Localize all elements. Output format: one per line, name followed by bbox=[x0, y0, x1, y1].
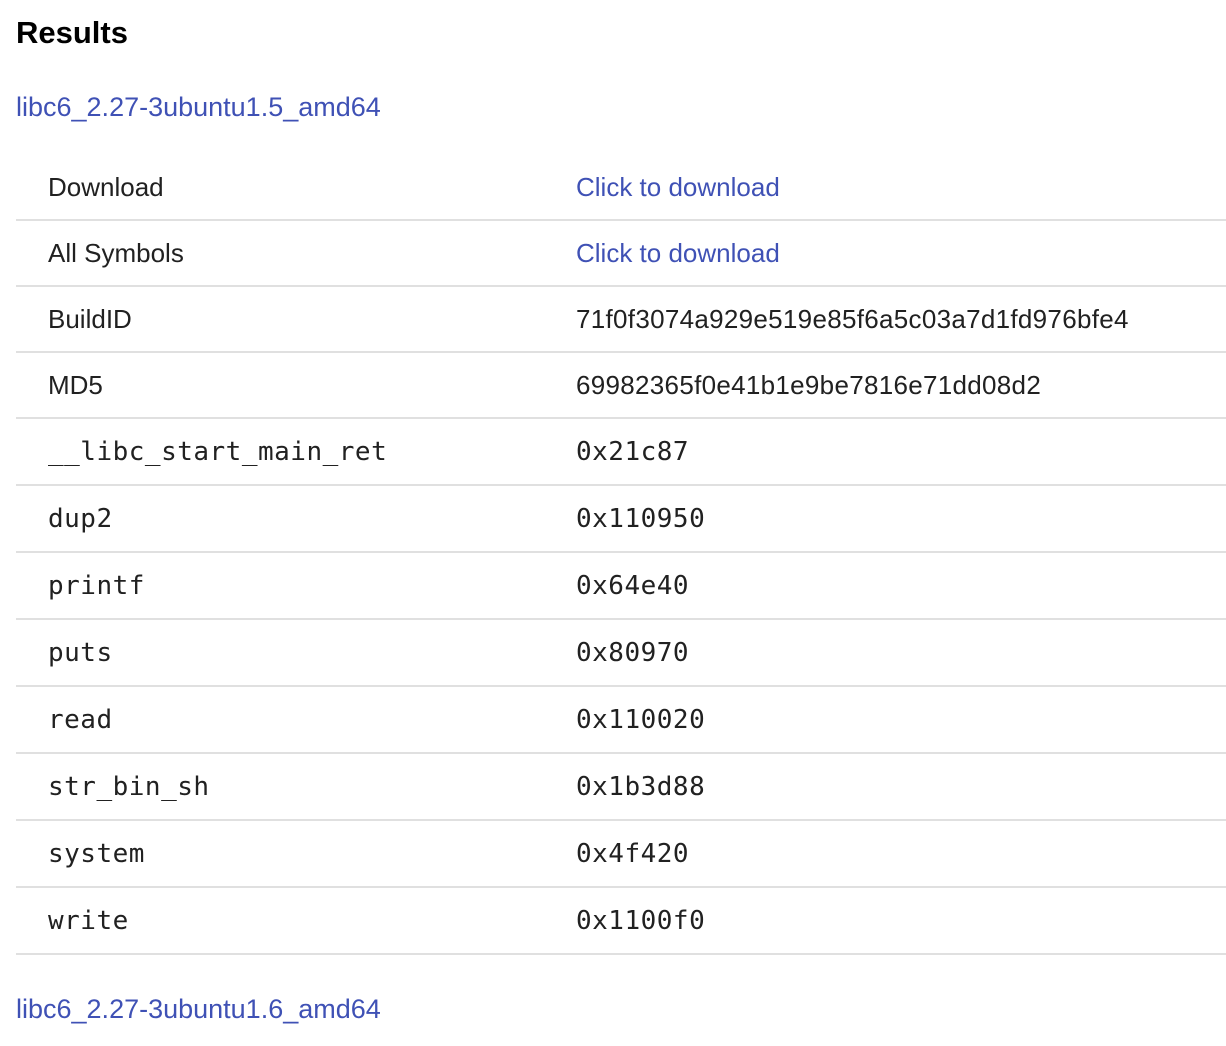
symbol-row: dup2 0x110950 bbox=[16, 485, 1226, 553]
libc-result-link[interactable]: libc6_2.27-3ubuntu1.5_amd64 bbox=[16, 90, 381, 124]
symbol-name: puts bbox=[16, 619, 576, 687]
download-link[interactable]: Click to download bbox=[576, 172, 780, 202]
symbol-name: system bbox=[16, 820, 576, 888]
libc-result-link[interactable]: libc6_2.27-3ubuntu1.6_amd64 bbox=[16, 992, 381, 1026]
symbol-name: dup2 bbox=[16, 485, 576, 553]
download-row: Download Click to download bbox=[16, 155, 1226, 221]
md5-label: MD5 bbox=[16, 352, 576, 419]
symbol-offset: 0x1100f0 bbox=[576, 887, 1226, 955]
libc-details-table: Download Click to download All Symbols C… bbox=[16, 155, 1226, 955]
symbol-offset: 0x1b3d88 bbox=[576, 753, 1226, 821]
symbol-offset: 0x4f420 bbox=[576, 820, 1226, 888]
all-symbols-label: All Symbols bbox=[16, 220, 576, 287]
md5-row: MD5 69982365f0e41b1e9be7816e71dd08d2 bbox=[16, 352, 1226, 419]
md5-value: 69982365f0e41b1e9be7816e71dd08d2 bbox=[576, 352, 1226, 419]
symbol-name: str_bin_sh bbox=[16, 753, 576, 821]
symbol-offset: 0x110950 bbox=[576, 485, 1226, 553]
all-symbols-row: All Symbols Click to download bbox=[16, 220, 1226, 287]
results-heading: Results bbox=[16, 15, 128, 50]
symbol-name: printf bbox=[16, 552, 576, 620]
symbol-name: __libc_start_main_ret bbox=[16, 418, 576, 486]
buildid-label: BuildID bbox=[16, 286, 576, 353]
buildid-row: BuildID 71f0f3074a929e519e85f6a5c03a7d1f… bbox=[16, 286, 1226, 353]
symbol-row: __libc_start_main_ret 0x21c87 bbox=[16, 418, 1226, 486]
symbol-row: puts 0x80970 bbox=[16, 619, 1226, 687]
symbol-row: str_bin_sh 0x1b3d88 bbox=[16, 753, 1226, 821]
symbol-row: write 0x1100f0 bbox=[16, 887, 1226, 955]
symbol-row: printf 0x64e40 bbox=[16, 552, 1226, 620]
symbol-row: system 0x4f420 bbox=[16, 820, 1226, 888]
download-label: Download bbox=[16, 155, 576, 221]
all-symbols-link[interactable]: Click to download bbox=[576, 238, 780, 268]
symbol-row: read 0x110020 bbox=[16, 686, 1226, 754]
symbol-offset: 0x80970 bbox=[576, 619, 1226, 687]
symbol-name: write bbox=[16, 887, 576, 955]
symbol-name: read bbox=[16, 686, 576, 754]
symbol-offset: 0x110020 bbox=[576, 686, 1226, 754]
buildid-value: 71f0f3074a929e519e85f6a5c03a7d1fd976bfe4 bbox=[576, 286, 1226, 353]
symbol-offset: 0x64e40 bbox=[576, 552, 1226, 620]
symbol-offset: 0x21c87 bbox=[576, 418, 1226, 486]
